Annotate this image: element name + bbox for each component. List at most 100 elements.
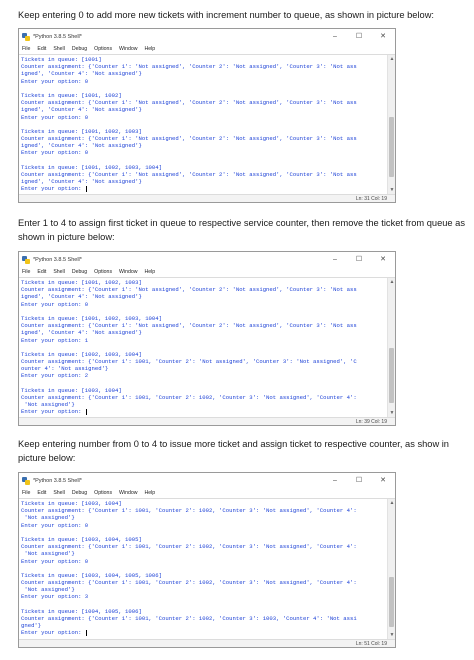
line-text: 'Not assigned'} [21,586,75,594]
menu-window[interactable]: Window [119,46,137,52]
output-line: Tickets in queue: [1003, 1004] [21,500,386,507]
menu-help[interactable]: Help [145,46,156,52]
menu-file[interactable]: File [22,46,30,52]
shell-output: Tickets in queue: [1001, 1002, 1003] Coun… [21,279,386,416]
menu-file[interactable]: File [22,490,30,496]
line-text: igned', 'Counter 4': 'Not assigned'} [21,178,142,186]
output-line: igned', 'Counter 4': 'Not assigned'} [21,142,386,149]
menu-edit[interactable]: Edit [37,46,46,52]
scroll-down-icon[interactable]: ▼ [388,186,395,194]
line-text: Tickets in queue: [1001, 1002] [21,91,122,99]
line-text: Tickets in queue: [1003, 1004, 1005] [21,535,142,543]
line-text: Tickets in queue: [1004, 1005, 1006] [21,607,142,615]
menu-debug[interactable]: Debug [72,490,87,496]
scroll-down-icon[interactable]: ▼ [388,631,395,639]
shell-text-area[interactable]: Tickets in queue: [1001, 1002, 1003] Coun… [19,278,395,417]
status-bar: Ln: 51 Col: 19 [19,639,395,647]
line-text: Counter assignment: {'Counter 1': 1001, … [21,579,357,587]
output-line: igned', 'Counter 4': 'Not assigned'} [21,329,386,336]
output-line: Counter assignment: {'Counter 1': 1001, … [21,358,386,365]
menu-shell[interactable]: Shell [53,490,65,496]
output-line: Enter your option: 0 [21,522,386,529]
menu-help[interactable]: Help [145,269,156,275]
idle-shell-window-3: *Python 3.8.5 Shell* – ☐ ✕ File Edit She… [18,472,396,648]
shell-output: Tickets in queue: [1001] Counter assignme… [21,56,386,193]
menu-edit[interactable]: Edit [37,269,46,275]
output-line: Tickets in queue: [1003, 1004] [21,387,386,394]
line-text: Counter assignment: {'Counter 1': 'Not a… [21,171,357,178]
output-line: Counter assignment: {'Counter 1': 'Not a… [21,286,386,293]
text-cursor [85,629,87,636]
line-text: igned', 'Counter 4': 'Not assigned'} [21,329,142,337]
menu-debug[interactable]: Debug [72,269,87,275]
line-text: Tickets in queue: [1003, 1004, 1005, 100… [21,571,162,579]
menu-debug[interactable]: Debug [72,46,87,52]
output-line: Tickets in queue: [1002, 1003, 1004] [21,351,386,358]
menu-file[interactable]: File [22,269,30,275]
title-bar: *Python 3.8.5 Shell* – ☐ ✕ [19,473,395,488]
line-text: Tickets in queue: [1003, 1004] [21,386,122,394]
menu-bar: File Edit Shell Debug Options Window Hel… [19,267,395,278]
output-line: 'Not assigned'} [21,514,386,521]
scrollbar-thumb[interactable] [389,577,394,627]
output-line: Enter your option: 3 [21,593,386,600]
menu-help[interactable]: Help [145,490,156,496]
output-line: ounter 4': 'Not assigned'} [21,365,386,372]
output-line: Counter assignment: {'Counter 1': 'Not a… [21,135,386,142]
line-text: 'Not assigned'} [21,550,75,558]
close-button[interactable]: ✕ [371,29,395,44]
vertical-scrollbar[interactable]: ▲ ▼ [387,278,395,417]
output-line: Tickets in queue: [1003, 1004, 1005, 100… [21,572,386,579]
line-text: Enter your option: 1 [21,336,89,344]
output-line: Counter assignment: {'Counter 1': 'Not a… [21,63,386,70]
scroll-up-icon[interactable]: ▲ [388,278,395,286]
output-line: Tickets in queue: [1001, 1002, 1003, 100… [21,315,386,322]
close-button[interactable]: ✕ [371,473,395,488]
maximize-button[interactable]: ☐ [347,473,371,488]
line-text: Counter assignment: {'Counter 1': 'Not a… [21,63,357,71]
menu-options[interactable]: Options [94,490,112,496]
python-icon [22,32,30,41]
menu-options[interactable]: Options [94,46,112,52]
output-line: Enter your option: 0 [21,149,386,156]
python-icon [22,476,30,485]
scroll-up-icon[interactable]: ▲ [388,499,395,507]
vertical-scrollbar[interactable]: ▲ ▼ [387,55,395,194]
vertical-scrollbar[interactable]: ▲ ▼ [387,499,395,639]
maximize-button[interactable]: ☐ [347,29,371,44]
line-text: Enter your option: 0 [21,77,89,85]
output-line: Tickets in queue: [1004, 1005, 1006] [21,608,386,615]
output-line: Enter your option: 0 [21,301,386,308]
output-line: Tickets in queue: [1001, 1002, 1003, 100… [21,164,386,171]
output-line: Tickets in queue: [1001, 1002, 1003] [21,128,386,135]
output-line: Counter assignment: {'Counter 1': 'Not a… [21,322,386,329]
scroll-up-icon[interactable]: ▲ [388,55,395,63]
shell-text-area[interactable]: Tickets in queue: [1001] Counter assignme… [19,55,395,194]
minimize-button[interactable]: – [323,252,347,267]
output-line: Enter your option: 0 [21,114,386,121]
line-text: Counter assignment: {'Counter 1': 1001, … [21,543,357,551]
line-text: Enter your option: [21,408,85,416]
close-button[interactable]: ✕ [371,252,395,267]
scrollbar-thumb[interactable] [389,117,394,177]
line-text: Tickets in queue: [1002, 1003, 1004] [21,350,142,358]
menu-window[interactable]: Window [119,490,137,496]
menu-options[interactable]: Options [94,269,112,275]
minimize-button[interactable]: – [323,473,347,488]
minimize-button[interactable]: – [323,29,347,44]
python-icon [22,255,30,264]
menu-shell[interactable]: Shell [53,269,65,275]
menu-edit[interactable]: Edit [37,490,46,496]
scrollbar-thumb[interactable] [389,348,394,403]
line-text: 'Not assigned'} [21,401,75,409]
shell-text-area[interactable]: Tickets in queue: [1003, 1004] Counter as… [19,499,395,639]
menu-window[interactable]: Window [119,269,137,275]
maximize-button[interactable]: ☐ [347,252,371,267]
scroll-down-icon[interactable]: ▼ [388,409,395,417]
menu-shell[interactable]: Shell [53,46,65,52]
output-line: Counter assignment: {'Counter 1': 1001, … [21,615,386,622]
shell-output: Tickets in queue: [1003, 1004] Counter as… [21,500,386,637]
